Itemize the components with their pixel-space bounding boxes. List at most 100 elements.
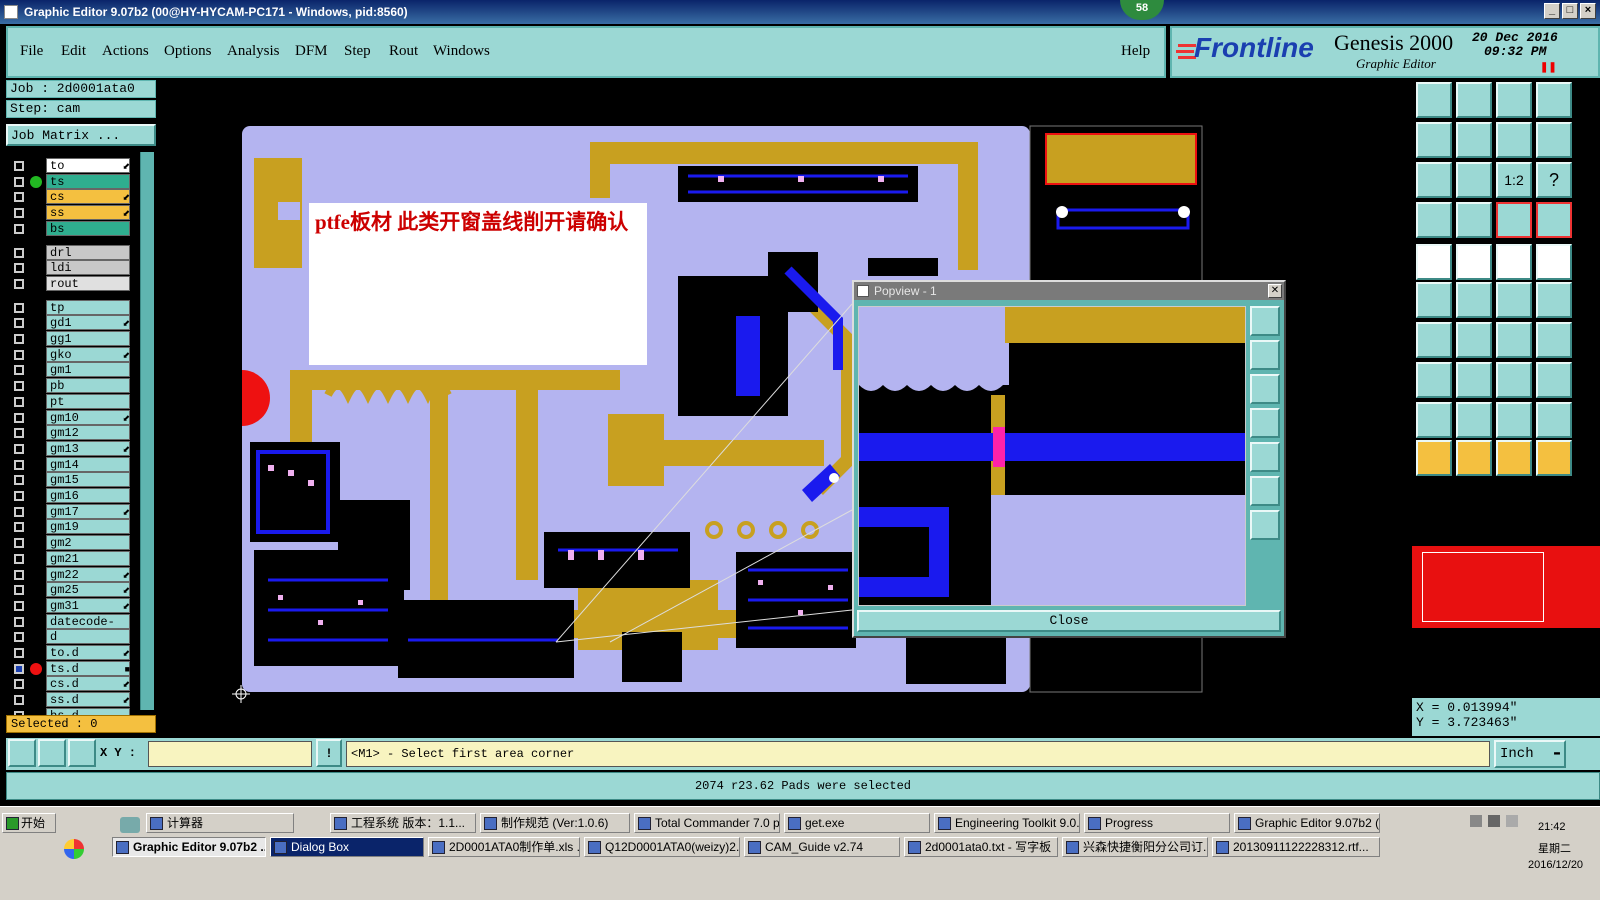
- layer-row[interactable]: gm22 ⬋: [10, 566, 140, 582]
- layer-checkbox[interactable]: [14, 161, 24, 171]
- close-window-button[interactable]: ×: [1580, 3, 1596, 19]
- layer-row[interactable]: gm12: [10, 425, 140, 441]
- pause-icon[interactable]: ❚❚: [1540, 62, 1557, 73]
- move-icon[interactable]: [1416, 282, 1452, 318]
- layer-row[interactable]: tp: [10, 299, 140, 315]
- network-icon[interactable]: [1470, 815, 1482, 827]
- menu-step[interactable]: Step: [344, 43, 371, 60]
- layer-name[interactable]: drl: [46, 244, 130, 260]
- layer-name[interactable]: ss.d: [46, 692, 130, 708]
- pan-left-icon[interactable]: [1416, 122, 1452, 158]
- layer-checkbox[interactable]: [14, 396, 24, 407]
- layer-checkbox[interactable]: [14, 475, 24, 486]
- resize-icon[interactable]: [1536, 282, 1572, 318]
- layer-checkbox[interactable]: [14, 538, 24, 549]
- layer-row[interactable]: gg1: [10, 331, 140, 346]
- layer-name[interactable]: gm1: [46, 362, 130, 378]
- minus-icon[interactable]: [1456, 362, 1492, 398]
- layer-checkbox[interactable]: [14, 176, 24, 187]
- layer-checkbox[interactable]: [14, 679, 24, 690]
- menu-rout[interactable]: Rout: [389, 43, 418, 60]
- layer-row[interactable]: to ⬋: [10, 158, 140, 173]
- copy-icon[interactable]: [1496, 282, 1532, 318]
- help-icon[interactable]: ?: [1536, 162, 1572, 198]
- layer-checkbox[interactable]: [14, 412, 24, 423]
- popview-close-button[interactable]: Close: [857, 610, 1281, 632]
- layer-row[interactable]: bs: [10, 220, 140, 236]
- span-icon[interactable]: [1496, 362, 1532, 398]
- layer-row[interactable]: cs.d ⬋: [10, 676, 140, 692]
- taskbar-item[interactable]: Q12D0001ATA0(weizy)2...: [584, 837, 740, 857]
- layer-name[interactable]: gm21: [46, 550, 130, 566]
- taskbar-item[interactable]: get.exe: [784, 813, 930, 833]
- menu-windows[interactable]: Windows: [433, 43, 490, 60]
- triangle-2-icon[interactable]: [1456, 402, 1492, 438]
- layer-row[interactable]: rout: [10, 275, 140, 291]
- transform-icon[interactable]: [1416, 362, 1452, 398]
- pan-right-icon[interactable]: [1456, 122, 1492, 158]
- layer-checkbox[interactable]: [14, 208, 24, 219]
- taskbar-item[interactable]: Engineering Toolkit 9.0...: [934, 813, 1080, 833]
- layer-name[interactable]: tp: [46, 299, 130, 315]
- popview-pan-down-icon[interactable]: [1250, 374, 1280, 404]
- layer-name[interactable]: gm12: [46, 425, 130, 441]
- minimize-button[interactable]: _: [1544, 3, 1560, 19]
- layer-checkbox[interactable]: [14, 569, 24, 580]
- layer-row[interactable]: pb: [10, 378, 140, 394]
- home-icon[interactable]: [1496, 82, 1532, 118]
- redraw-icon[interactable]: [1536, 122, 1572, 158]
- layer-name[interactable]: gm31: [46, 597, 130, 613]
- layer-name[interactable]: datecode-to: [46, 613, 130, 643]
- layer-name[interactable]: gm15: [46, 472, 130, 488]
- measure-icon[interactable]: [1416, 202, 1452, 238]
- zoom-icon[interactable]: [1496, 122, 1532, 158]
- pointer-4-icon[interactable]: [1536, 440, 1572, 476]
- layer-checkbox[interactable]: [14, 428, 24, 439]
- layer-checkbox[interactable]: [14, 663, 24, 674]
- mirror-icon[interactable]: [1536, 322, 1572, 358]
- layer-name[interactable]: gd1: [46, 315, 130, 331]
- layer-row[interactable]: ss ⬋: [10, 205, 140, 221]
- layer-name[interactable]: gm19: [46, 519, 130, 535]
- popview-pan-right-icon[interactable]: [1250, 442, 1280, 472]
- menu-options[interactable]: Options: [164, 43, 212, 60]
- xy-input[interactable]: [148, 741, 312, 767]
- layer-checkbox[interactable]: [14, 585, 24, 596]
- layer-row[interactable]: gm17 ⬋: [10, 503, 140, 519]
- layer-checkbox[interactable]: [14, 506, 24, 517]
- pointer-2-icon[interactable]: [1456, 440, 1492, 476]
- overview-viewport[interactable]: [1422, 552, 1544, 622]
- layer-checkbox[interactable]: [14, 443, 24, 454]
- draw-mode-icon[interactable]: [8, 739, 36, 767]
- rotate-icon[interactable]: [1496, 322, 1532, 358]
- layer-name[interactable]: to: [46, 158, 130, 173]
- info-icon[interactable]: !: [316, 739, 342, 767]
- pointer-3-icon[interactable]: [1496, 440, 1532, 476]
- menu-edit[interactable]: Edit: [61, 43, 86, 60]
- layer-row[interactable]: gm15: [10, 472, 140, 488]
- layer-name[interactable]: cs: [46, 189, 130, 205]
- taskbar-item[interactable]: 2d0001ata0.txt - 写字板: [904, 837, 1058, 857]
- quicklaunch-icon[interactable]: [64, 839, 84, 859]
- delete-icon[interactable]: [1456, 282, 1492, 318]
- layer-row[interactable]: d: [10, 629, 140, 645]
- start-button[interactable]: 开始: [2, 813, 56, 833]
- layer-checkbox[interactable]: [14, 695, 24, 706]
- zoom-out-icon[interactable]: [1456, 162, 1492, 198]
- taskbar-item[interactable]: 计算器: [146, 813, 294, 833]
- popview-pan-up-icon[interactable]: [1250, 340, 1280, 370]
- layer-checkbox[interactable]: [14, 318, 24, 329]
- layer-name[interactable]: gko: [46, 346, 130, 362]
- layer-name[interactable]: bs: [46, 220, 130, 236]
- taskbar-item[interactable]: CAM_Guide v2.74: [744, 837, 900, 857]
- layer-name[interactable]: pb: [46, 378, 130, 394]
- taskbar-item[interactable]: 兴森快捷衡阳分公司订...: [1062, 837, 1208, 857]
- layer-name[interactable]: gg1: [46, 331, 130, 346]
- layer-name[interactable]: ts: [46, 173, 130, 189]
- layer-checkbox[interactable]: [14, 247, 24, 258]
- layer-config-icon[interactable]: [1496, 202, 1532, 238]
- units-dropdown[interactable]: Inch ▬: [1494, 740, 1566, 768]
- taskbar-item[interactable]: 制作规范 (Ver:1.0.6): [480, 813, 630, 833]
- layer-row[interactable]: datecode-to: [10, 613, 140, 643]
- layer-row[interactable]: gd1 ⬋: [10, 315, 140, 331]
